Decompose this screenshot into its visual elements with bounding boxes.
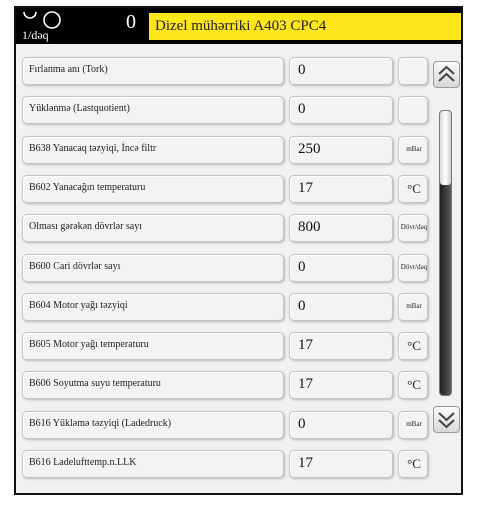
scroll-down-button[interactable] [433,406,460,433]
parameter-unit-field [398,57,428,85]
parameter-unit: Dövr/dəq [400,263,428,271]
parameter-unit-field: °C [398,332,428,360]
parameter-unit-field: Dövr/dəq [398,214,428,242]
parameter-value-field[interactable]: 250 [289,136,393,164]
parameter-value: 0 [298,101,306,117]
parameter-unit: °C [407,377,421,392]
parameter-value: 17 [298,376,313,392]
parameter-value: 0 [298,298,306,314]
parameter-value-field[interactable]: 17 [289,450,393,478]
parameter-label: B605 Motor yağı temperaturu [29,339,149,350]
parameter-label: Fırlanma anı (Tork) [29,64,108,75]
header-bar: 1/dəq 0 Dizel mühərriki A403 CPC4 [16,8,461,44]
parameter-row: Fırlanma anı (Tork) 0 [16,53,436,89]
parameter-row: Olması gərəkən dövrlər sayı 800 Dövr/dəq [16,210,436,246]
parameter-row: B616 Yükləmə təzyiqi (Ladedruck) 0 mBar [16,407,436,443]
parameter-value: 800 [298,219,321,235]
parameter-unit-field: °C [398,175,428,203]
parameter-label: B600 Cari dövrlər sayı [29,261,121,272]
title-box: Dizel mühərriki A403 CPC4 [149,13,461,40]
parameter-unit: °C [407,338,421,353]
parameter-label: B638 Yanacaq təzyiqi, İncə filtr [29,143,157,154]
parameter-value-field[interactable]: 0 [289,57,393,85]
parameter-label: B616 Yükləmə təzyiqi (Ladedruck) [29,418,172,429]
rpm-unit-label: 1/dəq [22,28,49,42]
parameter-value-field[interactable]: 0 [289,411,393,439]
parameter-value-field[interactable]: 0 [289,254,393,282]
parameter-label-field[interactable]: B600 Cari dövrlər sayı [22,254,284,282]
parameter-label: B616 Ladelufttemp.n.LLK [29,457,137,468]
scroll-up-button[interactable] [433,61,460,88]
double-chevron-up-icon [438,65,455,82]
double-chevron-down-icon [438,412,455,429]
parameter-row: B600 Cari dövrlər sayı 0 Dövr/dəq [16,250,436,286]
parameter-value: 17 [298,180,313,196]
parameter-row: B604 Motor yağı təzyiqi 0 mBar [16,289,436,325]
page-title: Dizel mühərriki A403 CPC4 [155,18,327,34]
scrollbar-thumb[interactable] [440,111,451,185]
parameter-row: B602 Yanacağın temperaturu 17 °C [16,171,436,207]
parameter-label: Yüklənmə (Lastquotient) [29,103,130,114]
scrollbar-track[interactable] [439,110,452,396]
parameter-value: 17 [298,337,313,353]
parameter-unit-field: °C [398,371,428,399]
parameter-label-field[interactable]: B606 Soyutma suyu temperaturu [22,371,284,399]
parameter-value: 17 [298,455,313,471]
rpm-value: 0 [126,11,136,33]
parameter-unit: °C [407,181,421,196]
parameter-value-field[interactable]: 0 [289,293,393,321]
parameter-value-field[interactable]: 0 [289,96,393,124]
parameter-label-field[interactable]: Yüklənmə (Lastquotient) [22,96,284,124]
parameter-row: B605 Motor yağı temperaturu 17 °C [16,328,436,364]
parameter-label-field[interactable]: B604 Motor yağı təzyiqi [22,293,284,321]
parameter-row: B616 Ladelufttemp.n.LLK 17 °C [16,446,436,482]
parameter-unit-field: mBar [398,293,428,321]
parameter-unit-field: °C [398,450,428,478]
parameter-unit-field: mBar [398,411,428,439]
parameter-unit-field: Dövr/dəq [398,254,428,282]
parameter-label-field[interactable]: B616 Ladelufttemp.n.LLK [22,450,284,478]
parameter-unit: mBar [406,145,422,153]
parameter-unit-field [398,96,428,124]
parameter-unit: mBar [406,302,422,310]
parameter-value-field[interactable]: 17 [289,371,393,399]
parameter-value-field[interactable]: 17 [289,332,393,360]
parameter-label-field[interactable]: Fırlanma anı (Tork) [22,57,284,85]
parameter-row: B606 Soyutma suyu temperaturu 17 °C [16,367,436,403]
parameter-label: B604 Motor yağı təzyiqi [29,300,128,311]
parameter-label: Olması gərəkən dövrlər sayı [29,221,143,232]
parameter-value: 0 [298,62,306,78]
parameter-label-field[interactable]: B602 Yanacağın temperaturu [22,175,284,203]
parameter-value: 0 [298,259,306,275]
parameter-label-field[interactable]: B616 Yükləmə təzyiqi (Ladedruck) [22,411,284,439]
parameter-row: B638 Yanacaq təzyiqi, İncə filtr 250 mBar [16,132,436,168]
parameter-unit: Dövr/dəq [400,223,428,231]
app-frame: 1/dəq 0 Dizel mühərriki A403 CPC4 Fırlan… [14,6,463,495]
parameter-value-field[interactable]: 17 [289,175,393,203]
parameter-row: Yüklənmə (Lastquotient) 0 [16,92,436,128]
parameter-label: B602 Yanacağın temperaturu [29,182,146,193]
parameter-label-field[interactable]: B605 Motor yağı temperaturu [22,332,284,360]
parameter-unit: °C [407,456,421,471]
parameter-value: 250 [298,141,321,157]
parameter-label-field[interactable]: Olması gərəkən dövrlər sayı [22,214,284,242]
parameter-unit: mBar [406,420,422,428]
parameter-label-field[interactable]: B638 Yanacaq təzyiqi, İncə filtr [22,136,284,164]
parameter-value-field[interactable]: 800 [289,214,393,242]
parameter-unit-field: mBar [398,136,428,164]
parameter-value: 0 [298,416,306,432]
parameter-label: B606 Soyutma suyu temperaturu [29,378,161,389]
